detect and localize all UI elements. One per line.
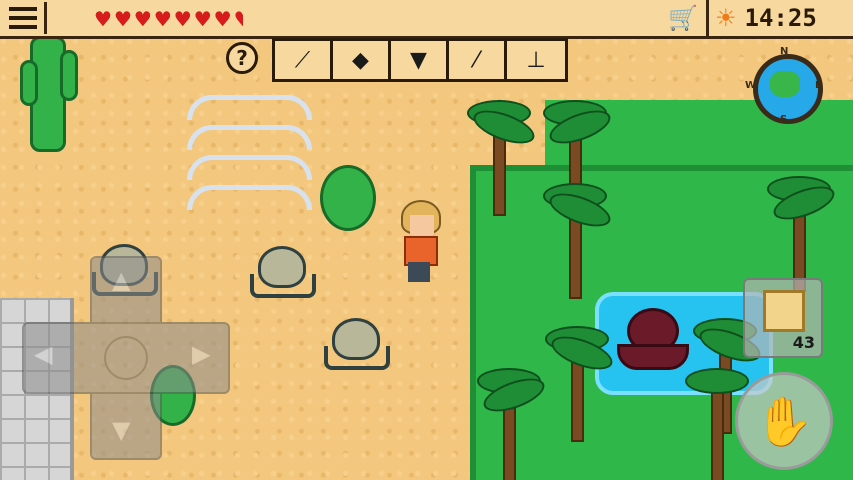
- quick-item-slot[interactable]: 43: [743, 278, 823, 358]
- dpad-right-arrow-icon[interactable]: ▶: [192, 340, 210, 368]
- heart-full-icon: ♥: [173, 7, 192, 31]
- palm-tree[interactable]: [540, 318, 617, 442]
- fish-tool-icon[interactable]: ◆: [333, 41, 391, 79]
- heart-full-icon: ♥: [113, 7, 132, 31]
- anvil-tool-icon[interactable]: ⊥: [507, 41, 565, 79]
- heart-full-icon: ♥: [94, 7, 112, 31]
- hamburger-menu-icon[interactable]: [2, 2, 47, 34]
- shopping-cart-icon[interactable]: 🛒: [668, 4, 698, 32]
- help-button[interactable]: ?: [226, 42, 258, 74]
- compass-north-label: N: [780, 46, 789, 57]
- compass-south-label: S: [780, 114, 788, 125]
- spider-enemy[interactable]: [322, 312, 390, 370]
- heart-full-icon: ♥: [193, 7, 212, 31]
- directional-pad[interactable]: ▲ ▼ ◀ ▶: [22, 256, 230, 460]
- dpad-left-arrow-icon[interactable]: ◀: [34, 340, 52, 368]
- octopus-enemy[interactable]: [615, 308, 689, 370]
- top-status-bar: ♥ ♥ ♥ ♥ ♥ ♥ ♥ ♥ 🛒 ☀ 14:25: [0, 0, 853, 39]
- game-clock: 14:25: [744, 4, 817, 32]
- palm-tree[interactable]: [538, 175, 615, 299]
- hand-icon: ✋: [754, 393, 814, 450]
- whale-skeleton[interactable]: [172, 65, 317, 230]
- cactus-arm: [20, 60, 38, 106]
- dpad-up-arrow-icon[interactable]: ▲: [112, 266, 130, 294]
- heart-full-icon: ♥: [153, 7, 172, 31]
- tool-bar: ⟋ ◆ ▼ ⁄ ⊥: [272, 38, 568, 82]
- palm-tree[interactable]: [762, 168, 839, 292]
- dpad-center[interactable]: [104, 336, 148, 380]
- heart-full-icon: ♥: [213, 7, 232, 31]
- compass-east-label: E: [815, 80, 822, 91]
- cactus-arm: [60, 50, 78, 101]
- time-display: ☀ 14:25: [706, 0, 853, 36]
- shirt-tool-icon[interactable]: ▼: [391, 41, 449, 79]
- shovel-tool-icon[interactable]: ⁄: [449, 41, 507, 79]
- item-count: 43: [792, 333, 815, 352]
- small-cactus[interactable]: [320, 165, 376, 231]
- health-hearts: ♥ ♥ ♥ ♥ ♥ ♥ ♥ ♥: [94, 4, 243, 34]
- compass-west-label: W: [745, 80, 757, 91]
- dpad-down-arrow-icon[interactable]: ▼: [112, 416, 130, 444]
- interact-hand-button[interactable]: ✋: [735, 372, 833, 470]
- compass-minimap[interactable]: N S W E: [745, 46, 827, 128]
- spider-enemy[interactable]: [248, 240, 316, 298]
- palm-tree[interactable]: [462, 92, 539, 216]
- heart-half-icon: ♥: [233, 7, 243, 31]
- branch-tool-icon[interactable]: ⟋: [275, 41, 333, 79]
- player-character: [398, 200, 441, 285]
- crate-icon: [763, 290, 805, 332]
- palm-tree[interactable]: [472, 360, 549, 480]
- heart-full-icon: ♥: [133, 7, 152, 31]
- sun-icon: ☀: [715, 4, 737, 32]
